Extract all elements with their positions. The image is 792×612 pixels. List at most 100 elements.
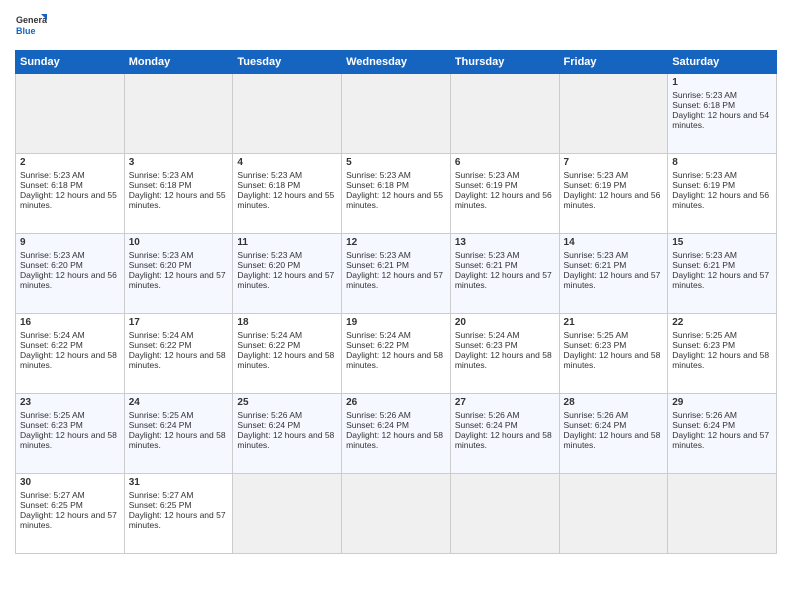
col-header-wednesday: Wednesday: [342, 51, 451, 74]
daylight-label: Daylight: 12 hours and 58 minutes.: [564, 350, 661, 370]
calendar-cell: 19Sunrise: 5:24 AMSunset: 6:22 PMDayligh…: [342, 314, 451, 394]
sunrise-label: Sunrise: 5:24 AM: [20, 330, 85, 340]
header: General Blue: [15, 10, 777, 42]
day-number: 3: [129, 157, 229, 168]
calendar-cell: 14Sunrise: 5:23 AMSunset: 6:21 PMDayligh…: [559, 234, 668, 314]
daylight-label: Daylight: 12 hours and 55 minutes.: [129, 190, 226, 210]
calendar-cell: [450, 74, 559, 154]
daylight-label: Daylight: 12 hours and 56 minutes.: [564, 190, 661, 210]
week-row-2: 9Sunrise: 5:23 AMSunset: 6:20 PMDaylight…: [16, 234, 777, 314]
sunset-label: Sunset: 6:21 PM: [455, 260, 518, 270]
sunset-label: Sunset: 6:18 PM: [20, 180, 83, 190]
sunrise-label: Sunrise: 5:23 AM: [346, 170, 411, 180]
sunset-label: Sunset: 6:18 PM: [129, 180, 192, 190]
daylight-label: Daylight: 12 hours and 58 minutes.: [346, 350, 443, 370]
daylight-label: Daylight: 12 hours and 58 minutes.: [129, 350, 226, 370]
calendar-cell: [233, 74, 342, 154]
day-number: 18: [237, 317, 337, 328]
logo: General Blue: [15, 10, 47, 42]
daylight-label: Daylight: 12 hours and 58 minutes.: [455, 430, 552, 450]
sunset-label: Sunset: 6:25 PM: [20, 500, 83, 510]
week-row-1: 2Sunrise: 5:23 AMSunset: 6:18 PMDaylight…: [16, 154, 777, 234]
sunset-label: Sunset: 6:24 PM: [672, 420, 735, 430]
calendar-cell: [559, 474, 668, 554]
calendar-cell: [124, 74, 233, 154]
sunrise-label: Sunrise: 5:27 AM: [129, 490, 194, 500]
sunrise-label: Sunrise: 5:23 AM: [564, 170, 629, 180]
day-number: 8: [672, 157, 772, 168]
calendar-cell: 20Sunrise: 5:24 AMSunset: 6:23 PMDayligh…: [450, 314, 559, 394]
calendar-cell: [668, 474, 777, 554]
daylight-label: Daylight: 12 hours and 57 minutes.: [129, 510, 226, 530]
sunrise-label: Sunrise: 5:23 AM: [672, 250, 737, 260]
daylight-label: Daylight: 12 hours and 58 minutes.: [237, 350, 334, 370]
day-number: 27: [455, 397, 555, 408]
sunset-label: Sunset: 6:24 PM: [564, 420, 627, 430]
day-number: 29: [672, 397, 772, 408]
sunset-label: Sunset: 6:21 PM: [564, 260, 627, 270]
day-number: 24: [129, 397, 229, 408]
daylight-label: Daylight: 12 hours and 58 minutes.: [20, 430, 117, 450]
sunrise-label: Sunrise: 5:26 AM: [237, 410, 302, 420]
daylight-label: Daylight: 12 hours and 57 minutes.: [564, 270, 661, 290]
sunset-label: Sunset: 6:21 PM: [672, 260, 735, 270]
calendar-cell: 22Sunrise: 5:25 AMSunset: 6:23 PMDayligh…: [668, 314, 777, 394]
sunrise-label: Sunrise: 5:23 AM: [346, 250, 411, 260]
sunrise-label: Sunrise: 5:23 AM: [129, 250, 194, 260]
calendar-cell: 30Sunrise: 5:27 AMSunset: 6:25 PMDayligh…: [16, 474, 125, 554]
sunset-label: Sunset: 6:22 PM: [346, 340, 409, 350]
header-row: SundayMondayTuesdayWednesdayThursdayFrid…: [16, 51, 777, 74]
calendar-cell: 4Sunrise: 5:23 AMSunset: 6:18 PMDaylight…: [233, 154, 342, 234]
calendar-cell: 2Sunrise: 5:23 AMSunset: 6:18 PMDaylight…: [16, 154, 125, 234]
calendar-table: SundayMondayTuesdayWednesdayThursdayFrid…: [15, 50, 777, 554]
day-number: 11: [237, 237, 337, 248]
sunset-label: Sunset: 6:21 PM: [346, 260, 409, 270]
sunset-label: Sunset: 6:18 PM: [237, 180, 300, 190]
col-header-saturday: Saturday: [668, 51, 777, 74]
sunset-label: Sunset: 6:18 PM: [346, 180, 409, 190]
svg-text:Blue: Blue: [16, 26, 36, 36]
day-number: 2: [20, 157, 120, 168]
daylight-label: Daylight: 12 hours and 55 minutes.: [237, 190, 334, 210]
sunset-label: Sunset: 6:18 PM: [672, 100, 735, 110]
daylight-label: Daylight: 12 hours and 56 minutes.: [672, 190, 769, 210]
calendar-cell: [450, 474, 559, 554]
sunrise-label: Sunrise: 5:23 AM: [20, 250, 85, 260]
calendar-cell: [233, 474, 342, 554]
sunrise-label: Sunrise: 5:23 AM: [129, 170, 194, 180]
sunrise-label: Sunrise: 5:23 AM: [20, 170, 85, 180]
daylight-label: Daylight: 12 hours and 58 minutes.: [346, 430, 443, 450]
daylight-label: Daylight: 12 hours and 57 minutes.: [129, 270, 226, 290]
daylight-label: Daylight: 12 hours and 54 minutes.: [672, 110, 769, 130]
daylight-label: Daylight: 12 hours and 57 minutes.: [455, 270, 552, 290]
calendar-cell: 16Sunrise: 5:24 AMSunset: 6:22 PMDayligh…: [16, 314, 125, 394]
daylight-label: Daylight: 12 hours and 58 minutes.: [564, 430, 661, 450]
sunset-label: Sunset: 6:20 PM: [20, 260, 83, 270]
day-number: 26: [346, 397, 446, 408]
day-number: 19: [346, 317, 446, 328]
calendar-cell: [16, 74, 125, 154]
sunset-label: Sunset: 6:20 PM: [237, 260, 300, 270]
daylight-label: Daylight: 12 hours and 58 minutes.: [237, 430, 334, 450]
logo-svg: General Blue: [15, 10, 47, 42]
sunrise-label: Sunrise: 5:25 AM: [129, 410, 194, 420]
sunset-label: Sunset: 6:19 PM: [672, 180, 735, 190]
sunrise-label: Sunrise: 5:25 AM: [672, 330, 737, 340]
daylight-label: Daylight: 12 hours and 58 minutes.: [129, 430, 226, 450]
col-header-monday: Monday: [124, 51, 233, 74]
day-number: 23: [20, 397, 120, 408]
sunset-label: Sunset: 6:23 PM: [20, 420, 83, 430]
day-number: 5: [346, 157, 446, 168]
calendar-cell: 9Sunrise: 5:23 AMSunset: 6:20 PMDaylight…: [16, 234, 125, 314]
sunset-label: Sunset: 6:19 PM: [564, 180, 627, 190]
day-number: 13: [455, 237, 555, 248]
calendar-cell: 5Sunrise: 5:23 AMSunset: 6:18 PMDaylight…: [342, 154, 451, 234]
sunset-label: Sunset: 6:24 PM: [237, 420, 300, 430]
sunrise-label: Sunrise: 5:25 AM: [20, 410, 85, 420]
sunset-label: Sunset: 6:20 PM: [129, 260, 192, 270]
sunset-label: Sunset: 6:23 PM: [455, 340, 518, 350]
daylight-label: Daylight: 12 hours and 57 minutes.: [672, 430, 769, 450]
calendar-cell: 3 Sunrise: 5:23 AMSunset: 6:18 PMDaylight…: [124, 154, 233, 234]
day-number: 4: [237, 157, 337, 168]
sunset-label: Sunset: 6:22 PM: [129, 340, 192, 350]
